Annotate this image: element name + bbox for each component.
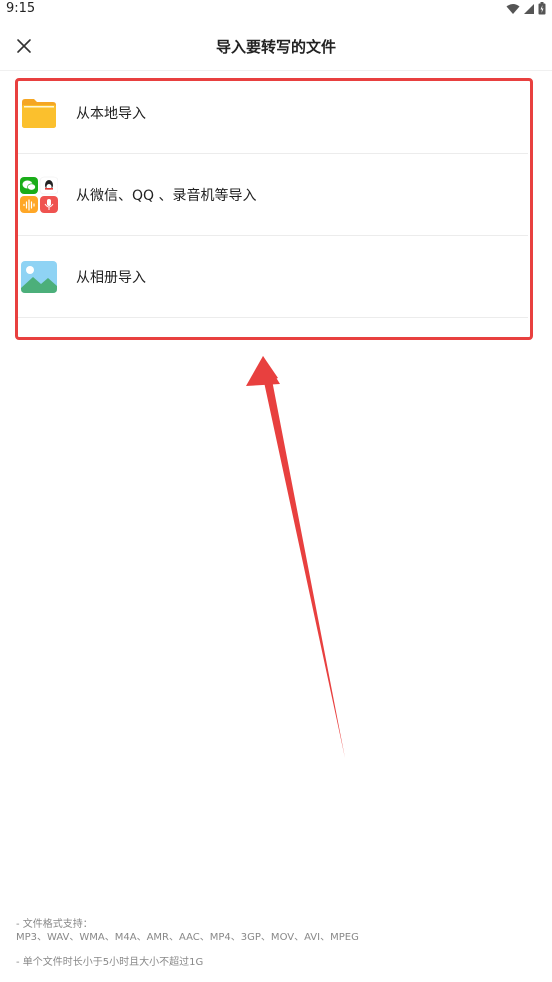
formats-list: MP3、WAV、WMA、M4A、AMR、AAC、MP4、3GP、MOV、AVI、… <box>16 932 359 943</box>
footer-notes: - 文件格式支持： MP3、WAV、WMA、M4A、AMR、AAC、MP4、3G… <box>16 918 536 969</box>
app-header: 导入要转写的文件 <box>0 22 552 70</box>
import-local-label: 从本地导入 <box>76 105 146 122</box>
limit-note: - 单个文件时长小于5小时且大小不超过1G <box>16 957 204 968</box>
import-album-label: 从相册导入 <box>76 269 146 286</box>
formats-title: - 文件格式支持： <box>16 919 93 930</box>
apps-grid-icon <box>20 176 58 213</box>
status-icons <box>506 2 546 15</box>
folder-icon <box>22 98 56 128</box>
import-apps-option[interactable]: 从微信、QQ 、录音机等导入 <box>18 154 528 236</box>
screen: 9:15 导入要转写的文件 从本地导入 从微信、QQ 、录音机等导入 从相册导入… <box>0 0 552 982</box>
signal-icon <box>524 3 534 14</box>
battery-icon <box>538 2 546 15</box>
status-time: 9:15 <box>6 1 36 16</box>
status-bar: 9:15 <box>0 0 552 18</box>
import-options-list: 从本地导入 从微信、QQ 、录音机等导入 从相册导入 <box>18 72 528 318</box>
import-local-option[interactable]: 从本地导入 <box>18 72 528 154</box>
import-apps-label: 从微信、QQ 、录音机等导入 <box>76 187 257 204</box>
header-divider <box>0 70 552 71</box>
import-album-option[interactable]: 从相册导入 <box>18 236 528 318</box>
page-title: 导入要转写的文件 <box>215 38 336 56</box>
wifi-icon <box>506 3 520 14</box>
photo-icon <box>21 260 57 293</box>
